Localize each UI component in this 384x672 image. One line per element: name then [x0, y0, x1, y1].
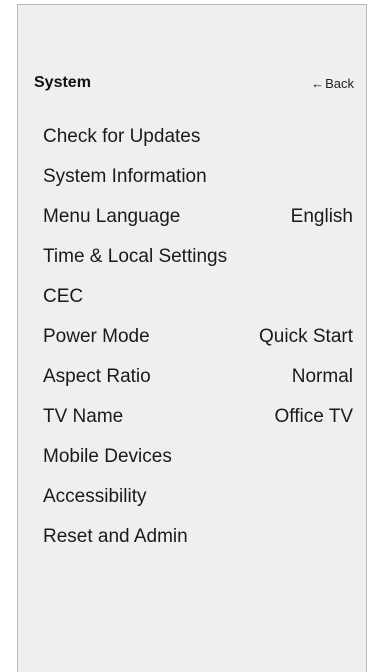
menu-item-value: Quick Start [259, 326, 353, 347]
back-arrow-icon: ← [311, 75, 325, 91]
menu-item-label: Check for Updates [43, 126, 201, 147]
menu-item-label: System Information [43, 166, 207, 187]
menu-item-value: Office TV [274, 406, 354, 427]
menu-item-label: Time & Local Settings [43, 246, 228, 267]
menu-item-cec[interactable]: CEC [43, 277, 355, 317]
menu-item-time-local-settings[interactable]: Time & Local Settings [43, 237, 355, 277]
menu-item-power-mode[interactable]: Power Mode Quick Start [43, 317, 355, 357]
menu-item-mobile-devices[interactable]: Mobile Devices [43, 437, 355, 477]
menu-item-label: CEC [43, 286, 84, 307]
menu-item-label: Aspect Ratio [43, 366, 151, 387]
menu-item-accessibility[interactable]: Accessibility [43, 477, 355, 517]
menu-item-value: English [290, 206, 353, 227]
menu-item-label: Menu Language [43, 206, 181, 227]
menu-header: System ← Back [34, 71, 354, 95]
menu-item-menu-language[interactable]: Menu Language English [43, 197, 355, 237]
system-menu-list: Check for Updates System Information Men… [43, 117, 355, 557]
menu-item-label: Mobile Devices [43, 446, 172, 467]
page-title: System [34, 74, 91, 91]
system-menu-panel: System ← Back Check for Updates System I… [17, 4, 367, 672]
menu-item-check-for-updates[interactable]: Check for Updates [43, 117, 355, 157]
menu-item-value: Normal [291, 366, 353, 387]
menu-item-label: TV Name [43, 406, 124, 427]
menu-item-label: Accessibility [43, 486, 147, 507]
back-label: Back [325, 75, 354, 91]
menu-item-label: Power Mode [43, 326, 150, 347]
menu-item-reset-and-admin[interactable]: Reset and Admin [43, 517, 355, 557]
menu-item-aspect-ratio[interactable]: Aspect Ratio Normal [43, 357, 355, 397]
menu-item-system-information[interactable]: System Information [43, 157, 355, 197]
back-button[interactable]: ← Back [311, 76, 354, 91]
menu-item-tv-name[interactable]: TV Name Office TV [43, 397, 355, 437]
menu-item-label: Reset and Admin [43, 526, 188, 547]
